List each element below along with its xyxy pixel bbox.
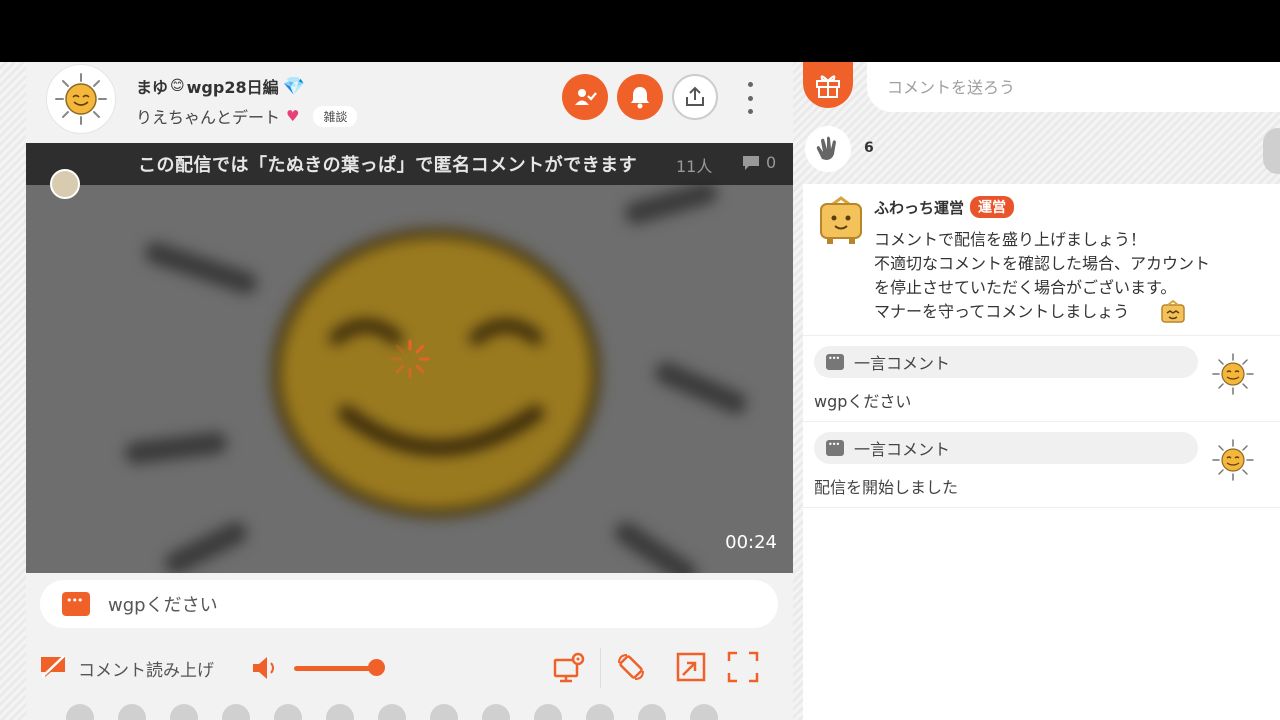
viewer-count: 11人	[676, 157, 713, 176]
clap-count: 6	[864, 140, 874, 156]
share-button[interactable]	[672, 74, 718, 120]
sun-avatar-icon[interactable]	[1211, 352, 1255, 396]
gift-item-icon[interactable]	[326, 704, 354, 720]
gift-item-icon[interactable]	[274, 704, 302, 720]
clap-button[interactable]	[805, 126, 851, 172]
sun-avatar-icon	[55, 73, 107, 125]
comment-input[interactable]	[887, 77, 1280, 97]
comment-count: 0	[742, 153, 776, 172]
official-name: ふわっち運営	[874, 198, 965, 217]
streamer-name[interactable]: まゆ 😊 wgp28日編 💎	[136, 74, 305, 98]
volume-slider-track[interactable]	[294, 666, 376, 671]
stream-title: りえちゃんとデート	[136, 108, 281, 127]
heart-icon: ♥	[286, 107, 300, 125]
gift-button[interactable]	[803, 62, 853, 108]
more-vertical-icon	[747, 82, 753, 87]
comment-count-value: 0	[766, 153, 777, 172]
read-aloud-label[interactable]: コメント読み上げ	[78, 656, 214, 681]
streamer-name-text: まゆ	[136, 78, 169, 97]
gift-item-icon[interactable]	[586, 704, 614, 720]
comment-header-text: 一言コメント	[854, 354, 951, 373]
diamond-icon: 💎	[282, 75, 306, 97]
video-player[interactable]: この配信では「たぬきの葉っぱ」で匿名コメントができます 11人 0 00:24	[26, 143, 793, 573]
gift-item-icon[interactable]	[482, 704, 510, 720]
share-icon	[686, 86, 704, 106]
comment-header-text: 一言コメント	[854, 440, 951, 459]
official-badge: 運営	[970, 196, 1015, 218]
gift-item-icon[interactable]	[638, 704, 666, 720]
follow-button[interactable]	[562, 74, 608, 120]
clapping-hands-icon	[816, 136, 836, 160]
volume-button[interactable]	[250, 654, 284, 682]
top-black-bar	[0, 0, 1280, 62]
comment-header: 一言コメント	[814, 346, 1198, 378]
sun-avatar-icon[interactable]	[1211, 438, 1255, 482]
banner-text: この配信では「たぬきの葉っぱ」で匿名コメントができます	[138, 155, 638, 176]
monitor-gear-icon	[553, 652, 585, 683]
mascot-emoji-icon	[1160, 299, 1186, 329]
fullscreen-icon	[727, 651, 759, 683]
elapsed-time: 00:24	[725, 532, 777, 553]
comment-bubble-icon	[826, 440, 844, 456]
stream-panel: まゆ 😊 wgp28日編 💎 りえちゃんとデート ♥ 雑談 この配信では「たぬき…	[26, 62, 793, 720]
comment-bubble-icon	[62, 592, 90, 616]
comment-input-box[interactable]	[867, 62, 1280, 112]
small-viewer-avatar[interactable]	[50, 169, 80, 199]
fuwacchi-mascot-icon	[820, 196, 862, 244]
official-message: ふわっち運営 運営 コメントで配信を盛り上げましょう！ 不適切なコメントを確認し…	[803, 184, 1280, 336]
player-controls: コメント読み上げ	[26, 638, 793, 698]
scroll-handle[interactable]	[1263, 128, 1280, 174]
gift-strip	[66, 704, 793, 720]
gift-item-icon[interactable]	[690, 704, 718, 720]
category-tag[interactable]: 雑談	[313, 105, 358, 127]
controls-divider	[600, 648, 601, 688]
comment-off-icon	[41, 655, 65, 678]
popout-icon	[676, 652, 706, 682]
read-aloud-toggle[interactable]	[40, 654, 66, 680]
comment-item: 一言コメント 配信を開始しました	[803, 422, 1280, 508]
official-name-row: ふわっち運営 運営	[874, 196, 1015, 218]
bell-icon	[631, 87, 649, 109]
stream-settings-button[interactable]	[553, 650, 587, 684]
blush-emoji-icon: 😊	[170, 78, 185, 94]
gift-item-icon[interactable]	[222, 704, 250, 720]
fullscreen-button[interactable]	[726, 650, 760, 684]
rotate-button[interactable]	[614, 650, 648, 684]
loading-spinner-icon	[390, 339, 430, 379]
comment-item: 一言コメント wgpください	[803, 336, 1280, 422]
gift-item-icon[interactable]	[66, 704, 94, 720]
stream-header: まゆ 😊 wgp28日編 💎 りえちゃんとデート ♥ 雑談	[26, 62, 793, 143]
quick-comment-bar[interactable]: wgpください	[40, 580, 778, 628]
comment-panel: 6 ふわっち運営 運営 コメントで配信を盛り上げましょう！ 不適切なコメントを確…	[793, 62, 1280, 720]
notify-button[interactable]	[617, 74, 663, 120]
gift-item-icon[interactable]	[118, 704, 146, 720]
comment-body: wgpください	[814, 392, 912, 411]
gift-icon	[816, 75, 840, 98]
comment-header: 一言コメント	[814, 432, 1198, 464]
comment-bubble-icon	[826, 354, 844, 370]
streamer-avatar[interactable]	[46, 64, 116, 134]
stream-subtitle: りえちゃんとデート ♥ 雑談	[136, 104, 358, 128]
user-check-icon	[575, 89, 597, 105]
speaker-icon	[253, 657, 274, 679]
comment-icon	[743, 155, 759, 170]
gift-item-icon[interactable]	[534, 704, 562, 720]
popout-button[interactable]	[674, 650, 708, 684]
gift-item-icon[interactable]	[430, 704, 458, 720]
comment-body: 配信を開始しました	[814, 478, 959, 497]
gift-item-icon[interactable]	[378, 704, 406, 720]
quick-comment-text: wgpください	[108, 595, 218, 616]
streamer-name-suffix: wgp28日編	[186, 78, 279, 97]
rotate-device-icon	[618, 654, 644, 680]
comment-feed: ふわっち運営 運営 コメントで配信を盛り上げましょう！ 不適切なコメントを確認し…	[803, 184, 1280, 720]
more-menu-button[interactable]	[742, 82, 758, 114]
volume-slider-knob[interactable]	[368, 659, 385, 676]
gift-item-icon[interactable]	[170, 704, 198, 720]
